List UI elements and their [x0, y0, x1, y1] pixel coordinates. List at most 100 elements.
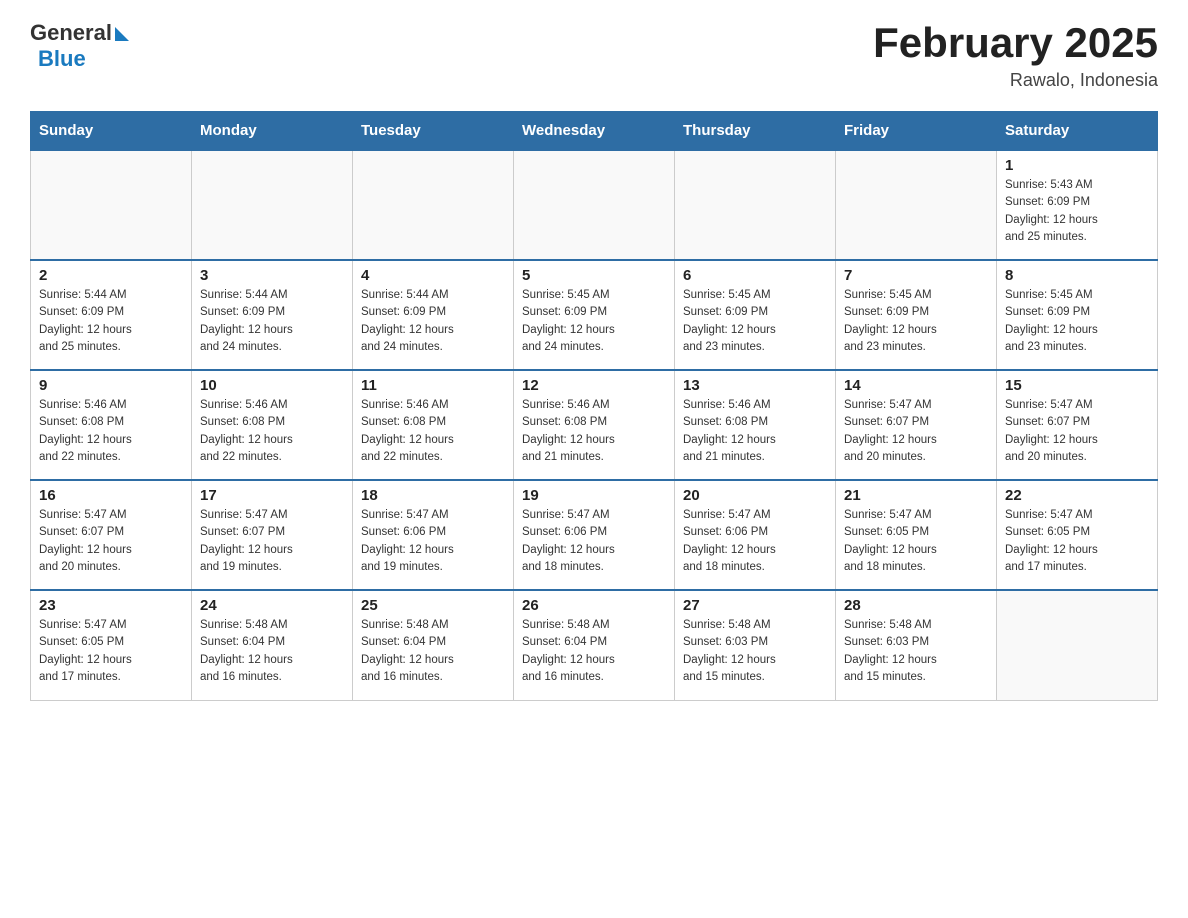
day-cell: 12 Sunrise: 5:46 AM Sunset: 6:08 PM Dayli…	[514, 370, 675, 480]
weekday-header-friday: Friday	[836, 112, 997, 151]
day-cell: 3 Sunrise: 5:44 AM Sunset: 6:09 PM Daylig…	[192, 260, 353, 370]
day-info: Sunrise: 5:43 AM Sunset: 6:09 PM Dayligh…	[1005, 177, 1149, 246]
day-cell: 23Sunrise: 5:47 AM Sunset: 6:05 PM Dayli…	[31, 590, 192, 700]
day-number: 9	[39, 377, 183, 394]
day-info: Sunrise: 5:45 AM Sunset: 6:09 PM Dayligh…	[844, 287, 988, 356]
day-number: 17	[200, 487, 344, 504]
day-cell: 10 Sunrise: 5:46 AM Sunset: 6:08 PM Dayli…	[192, 370, 353, 480]
day-number: 3	[200, 267, 344, 284]
weekday-header-thursday: Thursday	[675, 112, 836, 151]
day-cell: 28 Sunrise: 5:48 AM Sunset: 6:03 PM Dayli…	[836, 590, 997, 700]
day-number: 18	[361, 487, 505, 504]
day-cell: 27 Sunrise: 5:48 AM Sunset: 6:03 PM Dayli…	[675, 590, 836, 700]
day-info: Sunrise: 5:47 AM Sunset: 6:07 PM Dayligh…	[844, 397, 988, 466]
day-cell: 5 Sunrise: 5:45 AM Sunset: 6:09 PM Daylig…	[514, 260, 675, 370]
day-info: Sunrise: 5:47 AM Sunset: 6:06 PM Dayligh…	[522, 507, 666, 576]
logo-general-text: General	[30, 20, 112, 46]
day-cell: 17 Sunrise: 5:47 AM Sunset: 6:07 PM Dayli…	[192, 480, 353, 590]
day-cell: 6 Sunrise: 5:45 AM Sunset: 6:09 PM Daylig…	[675, 260, 836, 370]
weekday-header-saturday: Saturday	[997, 112, 1158, 151]
day-cell: 25 Sunrise: 5:48 AM Sunset: 6:04 PM Dayli…	[353, 590, 514, 700]
day-number: 2	[39, 267, 183, 284]
day-number: 1	[1005, 157, 1149, 174]
day-number: 10	[200, 377, 344, 394]
calendar-table: SundayMondayTuesdayWednesdayThursdayFrid…	[30, 111, 1158, 701]
title-section: February 2025 Rawalo, Indonesia	[873, 20, 1158, 91]
day-info: Sunrise: 5:47 AM Sunset: 6:06 PM Dayligh…	[361, 507, 505, 576]
day-number: 19	[522, 487, 666, 504]
day-number: 23	[39, 597, 183, 614]
day-number: 4	[361, 267, 505, 284]
day-cell	[192, 150, 353, 260]
day-info: Sunrise: 5:44 AM Sunset: 6:09 PM Dayligh…	[39, 287, 183, 356]
day-info: Sunrise: 5:46 AM Sunset: 6:08 PM Dayligh…	[39, 397, 183, 466]
day-info: Sunrise: 5:44 AM Sunset: 6:09 PM Dayligh…	[361, 287, 505, 356]
day-number: 16	[39, 487, 183, 504]
day-info: Sunrise: 5:47 AM Sunset: 6:07 PM Dayligh…	[1005, 397, 1149, 466]
weekday-header-tuesday: Tuesday	[353, 112, 514, 151]
day-info: Sunrise: 5:46 AM Sunset: 6:08 PM Dayligh…	[361, 397, 505, 466]
day-cell	[675, 150, 836, 260]
day-number: 11	[361, 377, 505, 394]
page-header: General Blue February 2025 Rawalo, Indon…	[30, 20, 1158, 91]
week-row-2: 2 Sunrise: 5:44 AM Sunset: 6:09 PM Daylig…	[31, 260, 1158, 370]
weekday-header-row: SundayMondayTuesdayWednesdayThursdayFrid…	[31, 112, 1158, 151]
day-number: 28	[844, 597, 988, 614]
day-cell: 1 Sunrise: 5:43 AM Sunset: 6:09 PM Daylig…	[997, 150, 1158, 260]
day-number: 14	[844, 377, 988, 394]
day-cell: 2 Sunrise: 5:44 AM Sunset: 6:09 PM Daylig…	[31, 260, 192, 370]
day-number: 12	[522, 377, 666, 394]
weekday-header-monday: Monday	[192, 112, 353, 151]
weekday-header-wednesday: Wednesday	[514, 112, 675, 151]
day-info: Sunrise: 5:47 AM Sunset: 6:06 PM Dayligh…	[683, 507, 827, 576]
day-cell: 16 Sunrise: 5:47 AM Sunset: 6:07 PM Dayli…	[31, 480, 192, 590]
day-info: Sunrise: 5:44 AM Sunset: 6:09 PM Dayligh…	[200, 287, 344, 356]
day-cell: 13Sunrise: 5:46 AM Sunset: 6:08 PM Dayli…	[675, 370, 836, 480]
day-info: Sunrise: 5:48 AM Sunset: 6:04 PM Dayligh…	[522, 617, 666, 686]
day-cell	[836, 150, 997, 260]
day-info: Sunrise: 5:48 AM Sunset: 6:03 PM Dayligh…	[844, 617, 988, 686]
calendar-subtitle: Rawalo, Indonesia	[873, 70, 1158, 91]
logo-blue-text: Blue	[38, 46, 86, 72]
week-row-3: 9 Sunrise: 5:46 AM Sunset: 6:08 PM Daylig…	[31, 370, 1158, 480]
day-number: 25	[361, 597, 505, 614]
day-number: 22	[1005, 487, 1149, 504]
day-number: 6	[683, 267, 827, 284]
day-number: 15	[1005, 377, 1149, 394]
day-number: 27	[683, 597, 827, 614]
day-cell	[997, 590, 1158, 700]
day-cell: 4 Sunrise: 5:44 AM Sunset: 6:09 PM Daylig…	[353, 260, 514, 370]
day-number: 20	[683, 487, 827, 504]
logo-arrow-icon	[115, 27, 129, 41]
week-row-4: 16 Sunrise: 5:47 AM Sunset: 6:07 PM Dayli…	[31, 480, 1158, 590]
day-info: Sunrise: 5:45 AM Sunset: 6:09 PM Dayligh…	[522, 287, 666, 356]
day-cell: 14 Sunrise: 5:47 AM Sunset: 6:07 PM Dayli…	[836, 370, 997, 480]
day-info: Sunrise: 5:45 AM Sunset: 6:09 PM Dayligh…	[1005, 287, 1149, 356]
day-cell: 9 Sunrise: 5:46 AM Sunset: 6:08 PM Daylig…	[31, 370, 192, 480]
day-info: Sunrise: 5:45 AM Sunset: 6:09 PM Dayligh…	[683, 287, 827, 356]
day-cell: 18 Sunrise: 5:47 AM Sunset: 6:06 PM Dayli…	[353, 480, 514, 590]
day-cell	[31, 150, 192, 260]
day-number: 5	[522, 267, 666, 284]
day-number: 7	[844, 267, 988, 284]
week-row-1: 1 Sunrise: 5:43 AM Sunset: 6:09 PM Daylig…	[31, 150, 1158, 260]
day-info: Sunrise: 5:47 AM Sunset: 6:05 PM Dayligh…	[1005, 507, 1149, 576]
logo: General Blue	[30, 20, 129, 72]
day-info: Sunrise: 5:46 AM Sunset: 6:08 PM Dayligh…	[200, 397, 344, 466]
day-info: Sunrise: 5:48 AM Sunset: 6:03 PM Dayligh…	[683, 617, 827, 686]
day-info: Sunrise: 5:47 AM Sunset: 6:05 PM Dayligh…	[844, 507, 988, 576]
weekday-header-sunday: Sunday	[31, 112, 192, 151]
day-number: 24	[200, 597, 344, 614]
day-cell	[353, 150, 514, 260]
day-info: Sunrise: 5:47 AM Sunset: 6:07 PM Dayligh…	[39, 507, 183, 576]
day-cell	[514, 150, 675, 260]
day-cell: 26Sunrise: 5:48 AM Sunset: 6:04 PM Dayli…	[514, 590, 675, 700]
day-info: Sunrise: 5:47 AM Sunset: 6:07 PM Dayligh…	[200, 507, 344, 576]
day-info: Sunrise: 5:48 AM Sunset: 6:04 PM Dayligh…	[200, 617, 344, 686]
day-cell: 7 Sunrise: 5:45 AM Sunset: 6:09 PM Daylig…	[836, 260, 997, 370]
day-info: Sunrise: 5:46 AM Sunset: 6:08 PM Dayligh…	[683, 397, 827, 466]
day-cell: 11 Sunrise: 5:46 AM Sunset: 6:08 PM Dayli…	[353, 370, 514, 480]
day-info: Sunrise: 5:46 AM Sunset: 6:08 PM Dayligh…	[522, 397, 666, 466]
day-cell: 8Sunrise: 5:45 AM Sunset: 6:09 PM Daylig…	[997, 260, 1158, 370]
day-info: Sunrise: 5:48 AM Sunset: 6:04 PM Dayligh…	[361, 617, 505, 686]
